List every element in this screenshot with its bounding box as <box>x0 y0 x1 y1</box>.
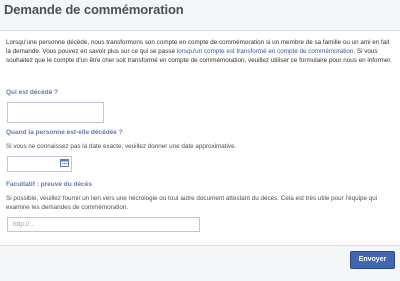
date-of-death-label: Quand la personne est-elle décédée ? <box>6 129 123 136</box>
form-card: Lorsqu'une personne décède, nous transfo… <box>0 30 400 281</box>
calendar-icon[interactable] <box>60 159 69 167</box>
who-died-label: Qui est décédé ? <box>6 89 59 96</box>
proof-of-death-url-input[interactable]: http://... <box>7 217 200 232</box>
who-died-input[interactable] <box>7 102 104 123</box>
memorialization-page: Demande de commémoration Lorsqu'une pers… <box>0 0 400 281</box>
date-of-death-input[interactable] <box>7 156 72 172</box>
proof-of-death-hint: Si possible, veuillez fournir un lien ve… <box>6 195 378 211</box>
date-of-death-hint: Si vous ne connaissez pas la date exacte… <box>6 143 237 150</box>
submit-button[interactable]: Envoyer <box>350 251 395 269</box>
form-footer: Envoyer <box>0 245 400 281</box>
memorialization-info-link[interactable]: lorsqu'un compte est transformé en compt… <box>177 48 354 55</box>
proof-of-death-label: Facultatif : preuve du décès <box>6 181 92 188</box>
intro-text: Lorsqu'une personne décède, nous transfo… <box>6 39 394 65</box>
page-title: Demande de commémoration <box>4 2 184 17</box>
